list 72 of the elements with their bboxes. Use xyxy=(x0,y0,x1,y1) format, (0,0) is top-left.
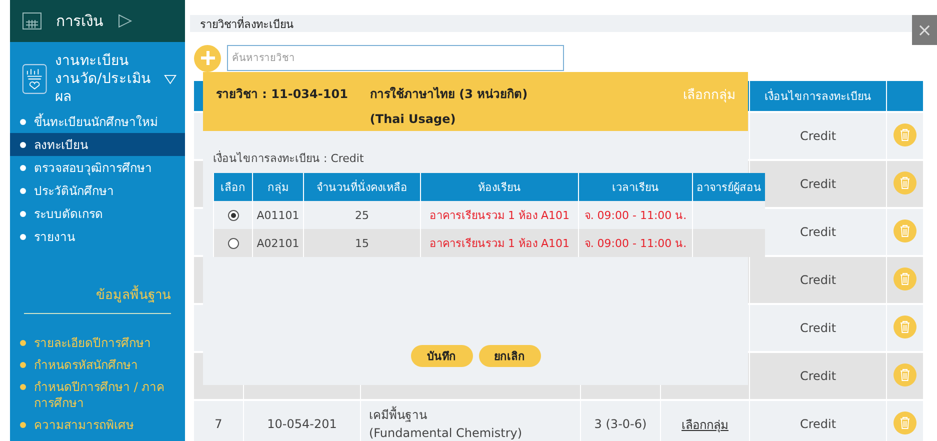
column-header: ห้องเรียน xyxy=(420,173,578,201)
condition-cell: Credit xyxy=(800,225,836,239)
condition-cell: Credit xyxy=(800,369,836,383)
time-cell: จ. 09:00 - 11:00 น. xyxy=(578,229,692,257)
delete-button[interactable] xyxy=(892,314,917,342)
triangle-down-icon xyxy=(164,73,177,85)
trash-icon xyxy=(892,266,917,290)
close-button[interactable]: × xyxy=(912,15,937,45)
sidebar-item[interactable]: ลงทะเบียน xyxy=(10,133,185,156)
sidebar-item[interactable]: กำหนดปีการศึกษา / ภาคการศึกษา xyxy=(10,376,185,414)
sidebar-section-header[interactable]: งานทะเบียน งานวัด/ประเมินผล xyxy=(10,42,185,110)
sidebar-item[interactable]: ขึ้นทะเบียนนักศึกษาใหม่ xyxy=(10,110,185,133)
cancel-button[interactable]: ยกเลิก xyxy=(478,345,540,367)
seats-cell: 25 xyxy=(304,201,420,229)
sidebar-item[interactable]: ตรวจสอบวุฒิการศึกษา xyxy=(10,156,185,179)
seats-cell: 15 xyxy=(304,229,420,257)
trash-icon xyxy=(892,314,917,338)
plus-icon xyxy=(200,50,216,66)
sidebar-item[interactable]: รายงาน xyxy=(10,225,185,248)
save-button[interactable]: บันทึก xyxy=(410,345,472,367)
sidebar-item[interactable]: กำหนดรหัสนักศึกษา xyxy=(10,354,185,376)
radio-button[interactable] xyxy=(228,238,238,249)
row-number: 7 xyxy=(214,417,222,431)
search-field[interactable]: ค้นหารายวิชา xyxy=(227,45,564,71)
calculator-icon xyxy=(22,12,42,30)
group-cell: A02101 xyxy=(252,229,304,257)
delete-button[interactable] xyxy=(892,170,917,198)
course-name: เคมีพื้นฐาน xyxy=(369,408,427,422)
trash-icon xyxy=(892,170,917,194)
trash-icon xyxy=(892,122,917,146)
column-header: กลุ่ม xyxy=(252,173,304,201)
heading-label: เลือกกลุ่ม xyxy=(683,87,736,105)
column-header: เวลาเรียน xyxy=(578,173,692,201)
add-button[interactable] xyxy=(194,44,221,72)
course-code: รายวิชา : 11-034-101 xyxy=(216,86,348,103)
delete-button[interactable] xyxy=(892,266,917,294)
section-heading: ข้อมูลพื้นฐาน xyxy=(24,248,171,314)
time-cell: จ. 09:00 - 11:00 น. xyxy=(578,201,692,229)
condition-text: เงื่อนไขการลงทะเบียน : Credit xyxy=(213,150,365,167)
room-cell: อาคารเรียนรวม 1 ห้อง A101 xyxy=(420,201,578,229)
course-name: การใช้ภาษาไทย (3 หน่วยกิต) xyxy=(370,86,529,103)
condition-cell: Credit xyxy=(800,273,836,287)
page-title: รายวิชาที่ลงทะเบียน xyxy=(199,16,294,32)
trash-icon xyxy=(892,410,917,434)
group-cell: A01101 xyxy=(252,201,304,229)
delete-button[interactable] xyxy=(892,362,917,390)
condition-cell: Credit xyxy=(800,321,836,335)
condition-cell: Credit xyxy=(800,177,836,191)
trash-icon xyxy=(892,362,917,386)
trash-icon xyxy=(892,218,917,242)
sidebar-item[interactable]: ความสามารถพิเศษ xyxy=(10,414,185,436)
sidebar-item[interactable]: ประวัตินักศึกษา xyxy=(10,179,185,202)
select-group-link[interactable]: เลือกกลุ่ม xyxy=(682,418,728,432)
column-header: เงื่อนไขการลงทะเบียน xyxy=(750,81,886,112)
column-header: เลือก xyxy=(214,173,252,201)
delete-button[interactable] xyxy=(892,122,917,150)
condition-cell: Credit xyxy=(800,417,836,431)
room-cell: อาคารเรียนรวม 1 ห้อง A101 xyxy=(420,229,578,257)
course-name-english: (Fundamental Chemistry) xyxy=(369,426,522,440)
sidebar-item[interactable]: ระบบตัดเกรด xyxy=(10,202,185,225)
sidebar-item[interactable]: รายละเอียดปีการศึกษา xyxy=(10,332,185,354)
column-header: จำนวนที่นั่งคงเหลือ xyxy=(304,173,420,201)
delete-button[interactable] xyxy=(892,410,917,438)
sidebar-menu-header[interactable]: การเงิน xyxy=(10,0,185,42)
course-code: 10-054-201 xyxy=(267,417,337,431)
course-credits: 3 (3-0-6) xyxy=(594,417,647,431)
condition-cell: Credit xyxy=(800,129,836,143)
course-name-english: (Thai Usage) xyxy=(370,112,457,126)
radio-button[interactable] xyxy=(228,210,238,221)
delete-button[interactable] xyxy=(892,218,917,246)
triangle-right-icon xyxy=(117,13,133,29)
column-header: อาจารย์ผู้สอน xyxy=(692,173,764,201)
